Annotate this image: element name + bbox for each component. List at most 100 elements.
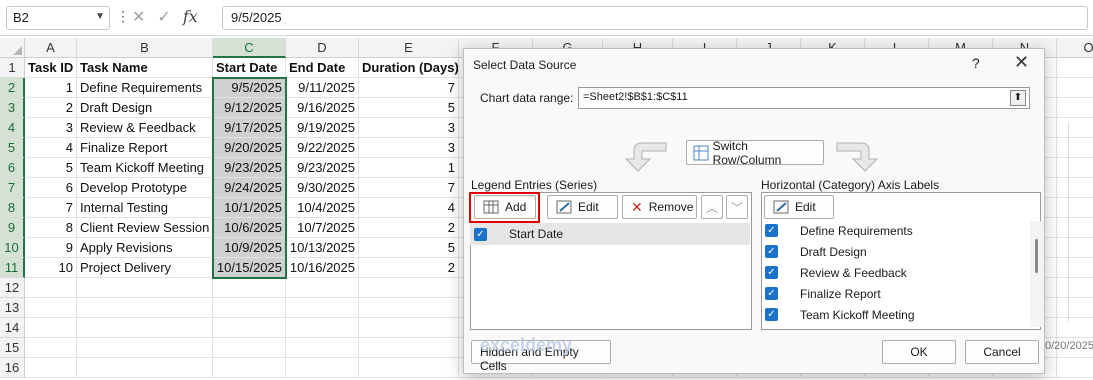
cell[interactable] [25, 358, 77, 378]
cell[interactable] [25, 318, 77, 338]
cell-c10[interactable]: 10/9/2025 [213, 238, 286, 258]
cell[interactable] [286, 358, 359, 378]
cell[interactable] [213, 318, 286, 338]
cell-a8[interactable]: 7 [25, 198, 77, 218]
row-header-13[interactable]: 13 [0, 298, 25, 318]
cell-b6[interactable]: Team Kickoff Meeting [77, 158, 213, 178]
collapse-dialog-icon[interactable]: ⬆ [1010, 90, 1026, 106]
cell[interactable] [25, 298, 77, 318]
cell[interactable] [77, 318, 213, 338]
cell-d8[interactable]: 10/4/2025 [286, 198, 359, 218]
row-header-5[interactable]: 5 [0, 138, 25, 158]
column-header-e[interactable]: E [359, 38, 459, 58]
axis-label-item[interactable]: ✓ Team Kickoff Meeting [761, 304, 1021, 325]
select-all-corner[interactable] [0, 38, 25, 58]
cell[interactable] [1057, 278, 1093, 298]
series-item[interactable]: ✓ Start Date [470, 223, 750, 245]
cell-a4[interactable]: 3 [25, 118, 77, 138]
cell-d4[interactable]: 9/19/2025 [286, 118, 359, 138]
cell[interactable] [286, 338, 359, 358]
row-header-9[interactable]: 9 [0, 218, 25, 238]
column-header-d[interactable]: D [286, 38, 359, 58]
close-icon[interactable]: ✕ [1014, 52, 1029, 73]
cell[interactable] [286, 298, 359, 318]
cell[interactable] [213, 298, 286, 318]
cell[interactable] [1057, 218, 1093, 238]
cell[interactable] [213, 358, 286, 378]
cell-d1[interactable]: End Date [286, 58, 359, 78]
axis-list-scrollbar[interactable] [1030, 221, 1044, 327]
cell-a10[interactable]: 9 [25, 238, 77, 258]
cancel-icon[interactable]: ✕ [132, 7, 145, 27]
cell-c6[interactable]: 9/23/2025 [213, 158, 286, 178]
series-checkbox[interactable]: ✓ [474, 227, 487, 241]
cell[interactable] [1057, 98, 1093, 118]
cell-c5[interactable]: 9/20/2025 [213, 138, 286, 158]
axis-label-item[interactable]: ✓ Draft Design [761, 241, 1021, 262]
cell-e9[interactable]: 2 [359, 218, 459, 238]
cell-a1[interactable]: Task ID [25, 58, 77, 78]
cell-d5[interactable]: 9/22/2025 [286, 138, 359, 158]
cell-b5[interactable]: Finalize Report [77, 138, 213, 158]
cell[interactable] [1057, 318, 1093, 338]
row-header-7[interactable]: 7 [0, 178, 25, 198]
row-header-15[interactable]: 15 [0, 338, 25, 358]
cell-c9[interactable]: 10/6/2025 [213, 218, 286, 238]
cell-b1[interactable]: Task Name [77, 58, 213, 78]
cell[interactable] [286, 278, 359, 298]
cell-e11[interactable]: 2 [359, 258, 459, 278]
cell[interactable] [359, 278, 459, 298]
cell-e1[interactable]: Duration (Days) [359, 58, 459, 78]
cell-b3[interactable]: Draft Design [77, 98, 213, 118]
row-header-14[interactable]: 14 [0, 318, 25, 338]
cell-c8[interactable]: 10/1/2025 [213, 198, 286, 218]
cell-d9[interactable]: 10/7/2025 [286, 218, 359, 238]
row-header-8[interactable]: 8 [0, 198, 25, 218]
cell[interactable] [1057, 198, 1093, 218]
cell-b2[interactable]: Define Requirements [77, 78, 213, 98]
cell[interactable] [77, 338, 213, 358]
row-header-4[interactable]: 4 [0, 118, 25, 138]
cell[interactable] [1057, 118, 1093, 138]
cell-a6[interactable]: 5 [25, 158, 77, 178]
cell-d2[interactable]: 9/11/2025 [286, 78, 359, 98]
cell[interactable] [1057, 158, 1093, 178]
cell-b9[interactable]: Client Review Session [77, 218, 213, 238]
cell[interactable] [1057, 258, 1093, 278]
cell-a11[interactable]: 10 [25, 258, 77, 278]
cell-d7[interactable]: 9/30/2025 [286, 178, 359, 198]
cell-d10[interactable]: 10/13/2025 [286, 238, 359, 258]
insert-function-icon[interactable]: fx [183, 7, 198, 27]
cell[interactable] [213, 278, 286, 298]
cell[interactable] [213, 338, 286, 358]
chevron-down-icon[interactable]: ▼ [95, 11, 105, 22]
cell[interactable] [77, 358, 213, 378]
cell[interactable] [359, 318, 459, 338]
cell-a7[interactable]: 6 [25, 178, 77, 198]
cell[interactable] [1057, 58, 1093, 78]
cell-e10[interactable]: 5 [359, 238, 459, 258]
cell[interactable] [1057, 238, 1093, 258]
scroll-thumb[interactable] [1035, 239, 1038, 273]
cell-e6[interactable]: 1 [359, 158, 459, 178]
axis-label-checkbox[interactable]: ✓ [765, 308, 778, 321]
row-header-10[interactable]: 10 [0, 238, 25, 258]
axis-label-checkbox[interactable]: ✓ [765, 245, 778, 258]
cell-e5[interactable]: 3 [359, 138, 459, 158]
cell-b11[interactable]: Project Delivery [77, 258, 213, 278]
axis-label-checkbox[interactable]: ✓ [765, 266, 778, 279]
axis-label-item[interactable]: ✓ Review & Feedback [761, 262, 1021, 283]
cell[interactable] [359, 298, 459, 318]
cell[interactable] [1057, 298, 1093, 318]
move-up-button[interactable]: ︿ [701, 195, 723, 219]
axis-label-checkbox[interactable]: ✓ [765, 224, 778, 237]
cell-c2[interactable]: 9/5/2025 [213, 78, 286, 98]
formula-input[interactable]: 9/5/2025 [222, 6, 1088, 30]
cell-c1[interactable]: Start Date [213, 58, 286, 78]
column-header-a[interactable]: A [25, 38, 77, 58]
cell[interactable] [1057, 138, 1093, 158]
cell-e2[interactable]: 7 [359, 78, 459, 98]
cell[interactable] [1057, 78, 1093, 98]
remove-series-button[interactable]: ✕ Remove [622, 195, 697, 219]
cell[interactable] [1057, 358, 1093, 378]
